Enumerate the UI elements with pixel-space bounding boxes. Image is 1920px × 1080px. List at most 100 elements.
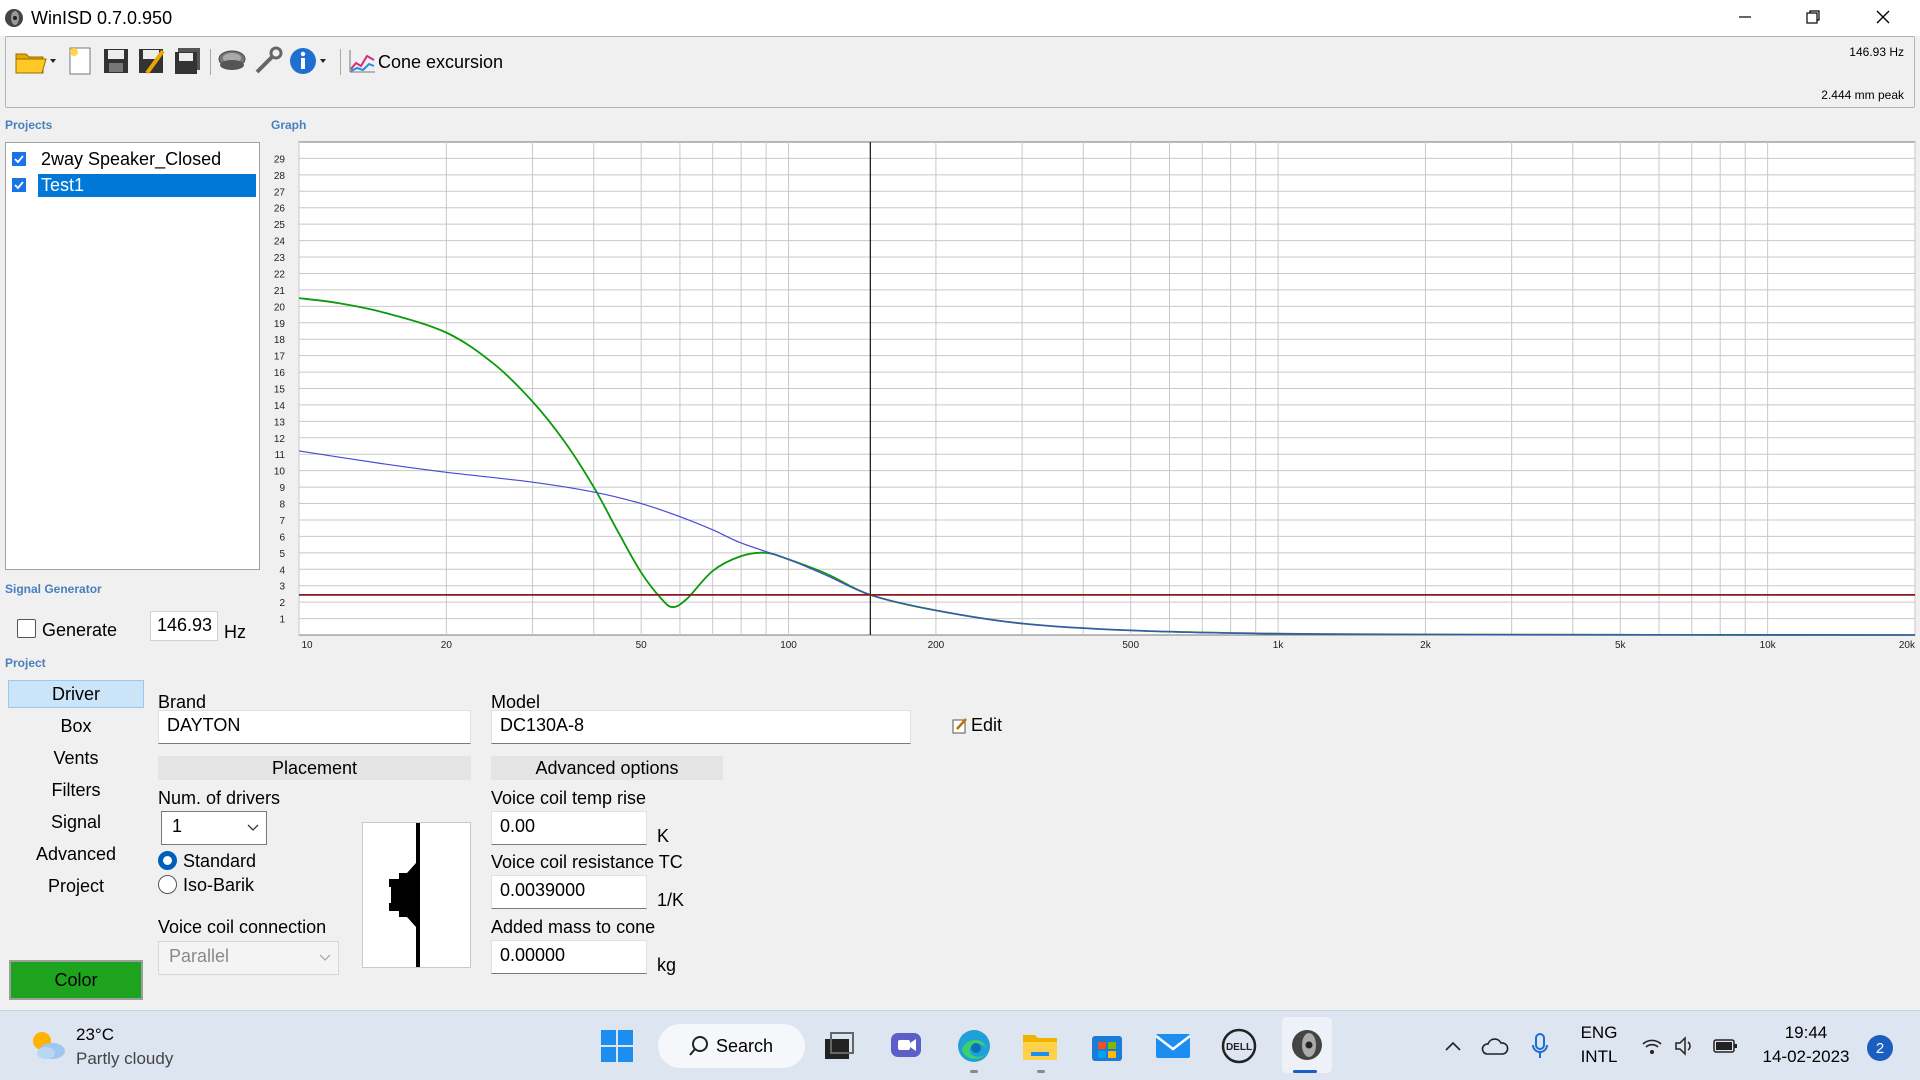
teams-chat-button[interactable] <box>884 1026 928 1066</box>
save-as-button[interactable] <box>136 45 168 77</box>
new-button[interactable] <box>64 45 96 77</box>
generate-checkbox[interactable] <box>17 619 36 638</box>
save-all-button[interactable] <box>172 45 204 77</box>
projects-list[interactable]: 2way Speaker_Closed Test1 <box>5 142 260 570</box>
project-item[interactable]: 2way Speaker_Closed <box>12 147 256 171</box>
added-mass-unit: kg <box>657 955 677 975</box>
taskbar: 23°C Partly cloudy Search DELL ENG INTL … <box>0 1010 1920 1080</box>
y-tick-label: 3 <box>279 582 285 593</box>
signal-generator-section-label: Signal Generator <box>5 582 102 596</box>
vc-resistance-unit: 1/K <box>657 890 685 910</box>
onedrive-button[interactable] <box>1478 1026 1512 1066</box>
color-button[interactable]: Color <box>9 960 143 1000</box>
pencil-icon <box>952 717 967 733</box>
store-button[interactable] <box>1085 1026 1129 1066</box>
close-button[interactable] <box>1848 0 1918 34</box>
nav-driver[interactable]: Driver <box>8 680 144 708</box>
y-tick-label: 29 <box>274 154 286 165</box>
checkmark-icon <box>14 181 24 190</box>
y-tick-label: 10 <box>274 467 286 478</box>
y-tick-label: 26 <box>274 204 286 215</box>
info-button[interactable] <box>288 45 332 77</box>
microphone-button[interactable] <box>1523 1026 1557 1066</box>
graph-type-button[interactable] <box>346 45 378 77</box>
clock-time[interactable]: 19:44 <box>1756 1023 1856 1043</box>
start-button[interactable] <box>595 1026 639 1066</box>
wifi-button[interactable] <box>1638 1026 1666 1066</box>
minimize-button[interactable] <box>1710 0 1780 34</box>
toolbar-separator <box>210 49 211 75</box>
graph-type-label[interactable]: Cone excursion <box>378 52 503 73</box>
dell-button[interactable]: DELL <box>1217 1026 1261 1066</box>
notifications-badge[interactable]: 2 <box>1867 1035 1893 1061</box>
edit-driver-button[interactable]: Edit <box>952 715 1002 736</box>
nav-advanced[interactable]: Advanced <box>8 840 144 868</box>
windows-start-icon <box>601 1030 633 1062</box>
nav-signal[interactable]: Signal <box>8 808 144 836</box>
mail-button[interactable] <box>1151 1026 1195 1066</box>
dell-icon: DELL <box>1221 1028 1257 1064</box>
file-explorer-button[interactable] <box>1018 1026 1062 1066</box>
nav-vents[interactable]: Vents <box>8 744 144 772</box>
vc-connection-value: Parallel <box>169 946 230 966</box>
taskbar-search[interactable]: Search <box>658 1024 805 1068</box>
vc-resistance-field[interactable]: 0.0039000 <box>491 875 647 909</box>
active-app-indicator <box>1293 1070 1317 1073</box>
model-field[interactable]: DC130A-8 <box>491 710 911 744</box>
chart-icon <box>349 50 375 73</box>
language-indicator[interactable]: ENG <box>1578 1023 1620 1043</box>
chevron-up-icon <box>1445 1041 1461 1051</box>
speaker-driver-icon <box>387 823 420 967</box>
open-button[interactable] <box>14 45 58 77</box>
nav-project[interactable]: Project <box>8 872 144 900</box>
new-file-icon <box>69 47 91 75</box>
project-name: Test1 <box>38 173 256 197</box>
driver-editor-button[interactable] <box>216 45 248 77</box>
microphone-icon <box>1532 1033 1548 1058</box>
winisd-taskbar-button[interactable] <box>1282 1017 1332 1073</box>
tools-button[interactable] <box>252 45 284 77</box>
isobarik-label: Iso-Barik <box>183 875 255 895</box>
minimize-icon <box>1739 16 1751 18</box>
restore-icon <box>1806 10 1820 24</box>
clock-date[interactable]: 14-02-2023 <box>1756 1047 1856 1067</box>
generator-frequency-input[interactable]: 146.93 <box>150 611 218 641</box>
nav-box[interactable]: Box <box>8 712 144 740</box>
nav-filters[interactable]: Filters <box>8 776 144 804</box>
task-view-button[interactable] <box>817 1026 861 1066</box>
driver-placement-diagram <box>362 822 471 968</box>
isobarik-radio[interactable] <box>158 875 177 894</box>
project-checkbox[interactable] <box>12 152 26 166</box>
cone-excursion-chart[interactable]: 1234567891011121314151617181920212223242… <box>266 140 1916 651</box>
edit-label: Edit <box>971 715 1003 735</box>
vc-resistance-label: Voice coil resistance TC <box>491 852 683 872</box>
chevron-down-icon <box>319 954 331 961</box>
edge-button[interactable] <box>952 1026 996 1066</box>
driver-icon <box>218 50 246 70</box>
y-tick-label: 24 <box>274 237 286 248</box>
save-icon <box>104 49 128 73</box>
battery-button[interactable] <box>1710 1026 1740 1066</box>
chevron-down-icon <box>247 824 259 831</box>
num-drivers-select[interactable]: 1 <box>161 811 267 845</box>
weather-temperature: 23°C <box>76 1025 114 1044</box>
vc-temp-field[interactable]: 0.00 <box>491 811 647 845</box>
graph-panel[interactable]: 1 2 3 4 5 6 7 8 9 10 11 12 13 14 15 16 17 18 19 20 21 22 23 24 2… <box>266 140 1916 651</box>
show-hidden-icons-button[interactable] <box>1438 1026 1468 1066</box>
project-checkbox[interactable] <box>12 178 26 192</box>
y-tick-label: 4 <box>279 565 285 576</box>
restore-button[interactable] <box>1778 0 1848 34</box>
tools-icon <box>255 46 283 74</box>
project-item-selected[interactable]: Test1 <box>12 173 256 197</box>
brand-field[interactable]: DAYTON <box>158 710 471 744</box>
toolbar: Cone excursion 146.93 Hz 2.444 mm peak <box>5 36 1915 108</box>
keyboard-layout-indicator[interactable]: INTL <box>1578 1047 1620 1067</box>
save-button[interactable] <box>100 45 132 77</box>
volume-button[interactable] <box>1671 1026 1699 1066</box>
advanced-options-header: Advanced options <box>491 756 723 780</box>
cursor-frequency-readout: 146.93 Hz <box>1849 45 1904 59</box>
standard-radio[interactable] <box>158 851 177 870</box>
winisd-app-icon <box>5 9 23 27</box>
added-mass-field[interactable]: 0.00000 <box>491 940 647 974</box>
weather-widget[interactable] <box>26 1025 70 1065</box>
